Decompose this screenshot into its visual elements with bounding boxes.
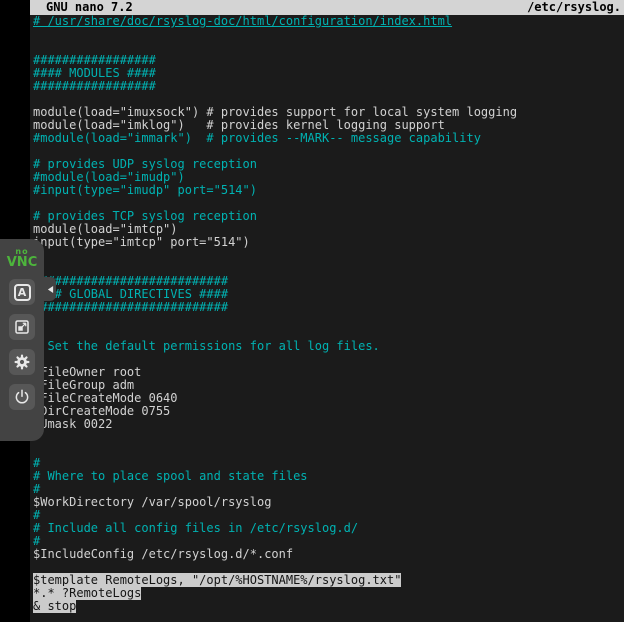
editor-line (33, 431, 624, 444)
nano-filename: /etc/rsyslog. (527, 0, 621, 15)
editor-line: # Include all config files in /etc/rsysl… (33, 522, 624, 535)
terminal-screen[interactable]: GNU nano 7.2 /etc/rsyslog. # /usr/share/… (30, 0, 624, 622)
fullscreen-button[interactable] (9, 314, 35, 340)
editor-line: $IncludeConfig /etc/rsyslog.d/*.conf (33, 548, 624, 561)
chevron-left-icon (47, 285, 54, 294)
editor-line: $DirCreateMode 0755 (33, 405, 624, 418)
editor-line: & stop (33, 600, 624, 613)
clipboard-button[interactable]: A (9, 279, 35, 305)
nano-version: GNU nano 7.2 (46, 0, 133, 15)
toolbar-collapse-handle[interactable] (44, 277, 56, 301)
vnc-toolbar: no VNC A (0, 239, 44, 441)
vnc-buttons: A (9, 279, 35, 410)
editor-line (33, 28, 624, 41)
editor[interactable]: # /usr/share/doc/rsyslog-doc/html/config… (30, 15, 624, 622)
editor-line: #input(type="imudp" port="514") (33, 184, 624, 197)
settings-button[interactable] (9, 349, 35, 375)
editor-line: # Where to place spool and state files (33, 470, 624, 483)
novnc-logo: no VNC (7, 246, 37, 270)
editor-line: $Umask 0022 (33, 418, 624, 431)
clipboard-icon: A (14, 284, 31, 301)
editor-line: *.* ?RemoteLogs (33, 587, 624, 600)
disconnect-button[interactable] (9, 384, 35, 410)
vnc-viewport: GNU nano 7.2 /etc/rsyslog. # /usr/share/… (0, 0, 624, 622)
editor-line: # Set the default permissions for all lo… (33, 340, 624, 353)
power-icon (13, 388, 31, 406)
nano-titlebar: GNU nano 7.2 /etc/rsyslog. (30, 0, 624, 15)
editor-line (33, 314, 624, 327)
editor-line (33, 444, 624, 457)
editor-line: $WorkDirectory /var/spool/rsyslog (33, 496, 624, 509)
editor-line: ################# (33, 80, 624, 93)
editor-line: ########################### (33, 301, 624, 314)
novnc-logo-vnc: VNC (7, 256, 37, 269)
editor-line (33, 249, 624, 262)
fullscreen-icon (13, 318, 31, 336)
editor-line: input(type="imtcp" port="514") (33, 236, 624, 249)
gear-icon (13, 353, 31, 371)
editor-line: #module(load="immark") # provides --MARK… (33, 132, 624, 145)
editor-line: # /usr/share/doc/rsyslog-doc/html/config… (33, 15, 624, 28)
